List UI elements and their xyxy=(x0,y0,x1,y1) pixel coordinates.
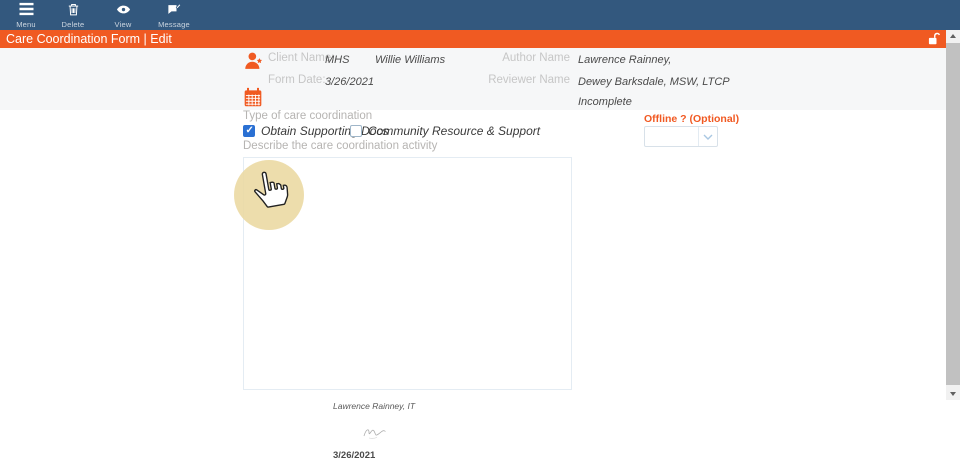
menu-icon xyxy=(4,2,48,18)
checkbox-box[interactable] xyxy=(243,125,255,137)
message-edit-icon xyxy=(152,2,196,18)
reviewer-name-label: Reviewer Name xyxy=(470,74,570,86)
form-date-label: Form Date: xyxy=(268,74,326,86)
delete-label: Delete xyxy=(51,20,95,29)
app-window: Menu Delete View Message Care Coordinati… xyxy=(0,0,960,469)
page-title: Care Coordination Form | Edit xyxy=(6,32,172,46)
unlock-icon[interactable] xyxy=(926,31,940,47)
client-code-value: MHS xyxy=(325,54,349,66)
menu-button[interactable]: Menu xyxy=(4,2,48,29)
hand-pointer-cursor-icon xyxy=(247,166,293,212)
chevron-down-icon xyxy=(698,127,717,146)
scroll-down-icon xyxy=(950,392,956,396)
scroll-up-icon xyxy=(950,34,956,38)
offline-dropdown-value xyxy=(645,127,698,146)
vertical-scrollbar[interactable] xyxy=(946,30,960,400)
checkbox-label: Community Resource & Support xyxy=(368,124,540,138)
author-name-label: Author Name xyxy=(470,52,570,64)
reviewer-name-value: Dewey Barksdale, MSW, LTCP xyxy=(578,76,730,88)
client-name-value: Willie Williams xyxy=(375,54,445,66)
menu-label: Menu xyxy=(4,20,48,29)
scrollbar-thumb[interactable] xyxy=(946,43,960,385)
checkbox-box[interactable] xyxy=(350,125,362,137)
message-label: Message xyxy=(152,20,196,29)
offline-dropdown[interactable] xyxy=(644,126,718,147)
describe-activity-label: Describe the care coordination activity xyxy=(243,140,437,152)
view-label: View xyxy=(101,20,145,29)
top-toolbar: Menu Delete View Message xyxy=(0,0,960,30)
client-person-icon[interactable] xyxy=(243,51,265,76)
form-title-bar: Care Coordination Form | Edit xyxy=(0,30,946,48)
view-button[interactable]: View xyxy=(101,2,145,29)
trash-icon xyxy=(51,2,95,18)
message-button[interactable]: Message xyxy=(152,2,196,29)
eye-icon xyxy=(101,2,145,18)
author-name-value: Lawrence Rainney, xyxy=(578,54,671,66)
signature-scribble xyxy=(360,424,392,447)
signature-name: Lawrence Rainney, IT xyxy=(333,401,415,411)
status-value: Incomplete xyxy=(578,96,632,108)
form-date-value: 3/26/2021 xyxy=(325,76,374,88)
scroll-down-button[interactable] xyxy=(946,388,960,400)
scroll-up-button[interactable] xyxy=(946,30,960,42)
delete-button[interactable]: Delete xyxy=(51,2,95,29)
type-of-care-label: Type of care coordination xyxy=(243,110,372,122)
offline-optional-label: Offline ? (Optional) xyxy=(644,113,739,125)
signature-date: 3/26/2021 xyxy=(333,450,375,461)
checkbox-community-resource-support[interactable]: Community Resource & Support xyxy=(350,124,540,138)
